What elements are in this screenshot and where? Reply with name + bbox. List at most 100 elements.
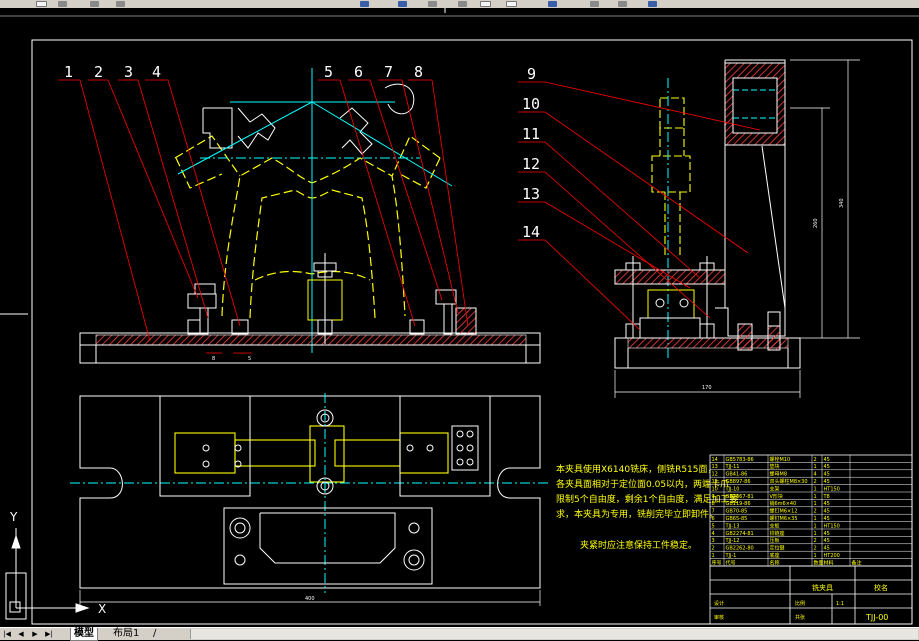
title-sheet-label: 共张: [795, 614, 805, 621]
bom-cell: 45: [824, 538, 830, 544]
bom-cell: 1: [814, 501, 817, 507]
balloon-12: 12: [522, 155, 540, 173]
bom-cell: 45: [824, 472, 830, 478]
cut-icon[interactable]: [360, 1, 369, 7]
print-icon[interactable]: [90, 1, 99, 7]
bom-header-cell: 代号: [726, 560, 736, 567]
bom-cell: 4: [814, 472, 817, 478]
bom-cell: 垫块: [770, 463, 780, 470]
dim-base-width: 400: [305, 596, 315, 602]
balloon-13: 13: [522, 185, 540, 203]
help-icon[interactable]: [648, 1, 657, 7]
bom-cell: 1: [814, 494, 817, 500]
paste-icon[interactable]: [428, 1, 437, 7]
bom-cell: 1: [814, 464, 817, 470]
bom-cell: 螺栓M10: [770, 456, 791, 463]
bom-cell: 2: [712, 546, 715, 552]
bom-cell: 11: [712, 479, 718, 485]
last-tab-button[interactable]: ▶|: [44, 629, 54, 639]
tech-note-1: 本夹具使用X6140铣床，侧铣R515面，: [556, 463, 717, 475]
zoom-icon[interactable]: [548, 1, 557, 7]
bom-cell: 支架: [770, 485, 780, 492]
balloon-3: 3: [124, 63, 133, 81]
bom-cell: TJJ-10: [725, 486, 740, 492]
bom-cell: HT150: [824, 486, 840, 492]
bom-cell: 压板: [770, 537, 780, 544]
bom-cell: V形块: [770, 493, 783, 500]
title-designer: 设计: [714, 600, 724, 607]
dim-small-b: 5: [248, 356, 251, 362]
bom-cell: 6: [712, 516, 715, 522]
preview-icon[interactable]: [116, 1, 125, 7]
bom-header-cell: 名称: [770, 560, 780, 567]
layout-tabs-bar: |◀ ◀ ▶ ▶| 模型 布局1 /: [0, 627, 919, 641]
bom-cell: 45: [824, 464, 830, 470]
bom-cell: 2: [814, 546, 817, 552]
tech-note-4: 求，本夹具为专用，铣削完毕立即卸件。: [556, 508, 718, 520]
bom-cell: 45: [824, 531, 830, 537]
bom-cell: 5: [712, 523, 715, 529]
bom-cell: 12: [712, 472, 718, 478]
title-drawing-no: TJJ-00: [865, 613, 888, 622]
open-icon[interactable]: [36, 1, 47, 7]
bom-cell: HT150: [824, 523, 840, 529]
properties-icon[interactable]: [590, 1, 599, 7]
next-tab-button[interactable]: ▶: [30, 629, 40, 639]
balloon-7: 7: [384, 63, 393, 81]
balloon-9: 9: [527, 65, 536, 83]
undo-icon[interactable]: [458, 1, 467, 7]
side-view: 340 260 170: [614, 59, 860, 398]
tab-layout1[interactable]: 布局1: [110, 628, 142, 640]
bom-cell: GB70-85: [726, 509, 748, 515]
bom-cell: TJJ-12: [725, 538, 740, 544]
tab-model[interactable]: 模型: [70, 628, 98, 641]
bom-cell: GB65-85: [726, 516, 748, 522]
dim-small-a: 8: [212, 356, 215, 362]
bom-cell: 10: [712, 486, 718, 492]
bom-cell: 7: [712, 509, 715, 515]
leaders-side: [518, 81, 761, 331]
bom-cell: 13: [712, 464, 718, 470]
bom-cell: 8: [712, 501, 715, 507]
bom-cell: 45: [824, 509, 830, 515]
bom-cell: TJJ-13: [725, 523, 740, 529]
bom-cell: 定位键: [770, 545, 785, 552]
bom-cell: 螺钉M6×35: [770, 515, 798, 522]
toolbar-strip: [0, 0, 919, 8]
leaders-front: [58, 79, 469, 342]
horizontal-scrollbar[interactable]: [190, 629, 918, 639]
bom-header-cell: 材料: [824, 560, 834, 567]
redo-icon[interactable]: [480, 1, 491, 7]
dim-height-overall: 340: [839, 198, 845, 208]
bom-table: 14 GB5783-86 螺栓M10 2 4513 TJJ-11 垫块 1 4512 GB41-8…: [709, 454, 913, 567]
bom-cell: 4: [712, 531, 715, 537]
ucs-y-label: Y: [9, 510, 18, 524]
copy-icon[interactable]: [398, 1, 407, 7]
bom-cell: GB119-86: [726, 501, 751, 507]
bom-cell: GB2274-81: [726, 531, 754, 537]
bom-cell: 45: [824, 546, 830, 552]
balloon-8: 8: [414, 63, 423, 81]
balloon-4: 4: [152, 63, 161, 81]
drawing-canvas[interactable]: 8 5 1 2 3 4 5 6 7 8 340 260 170 9 10 11 …: [0, 8, 919, 627]
layer-icon[interactable]: [618, 1, 627, 7]
prev-tab-button[interactable]: ◀: [16, 629, 26, 639]
bom-cell: GB41-86: [726, 472, 748, 478]
bom-cell: 2: [814, 479, 817, 485]
pan-icon[interactable]: [506, 1, 517, 7]
bom-cell: 1: [814, 553, 817, 559]
bom-cell: 双头螺柱M8×30: [770, 478, 808, 485]
balloon-11: 11: [522, 125, 540, 143]
bom-header-cell: 备注: [852, 560, 862, 567]
bom-cell: 45: [824, 516, 830, 522]
tab-separator: /: [153, 628, 157, 639]
dim-height-inner: 260: [813, 218, 819, 228]
first-tab-button[interactable]: |◀: [2, 629, 12, 639]
bom-cell: GB2867-81: [726, 494, 754, 500]
bom-cell: 1: [814, 531, 817, 537]
balloon-14: 14: [522, 223, 540, 241]
bom-cell: 1: [814, 523, 817, 529]
save-icon[interactable]: [58, 1, 67, 7]
balloon-numbers-side: 9 10 11 12 13 14: [522, 65, 540, 241]
bom-cell: 销6m6×40: [770, 500, 797, 507]
